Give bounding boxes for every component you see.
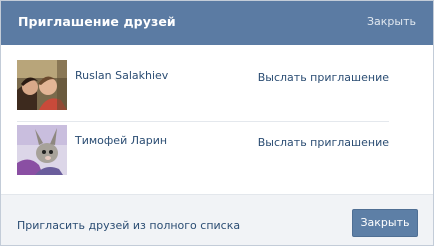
dialog-header: Приглашение друзей Закрыть xyxy=(1,1,433,45)
friend-photo-icon xyxy=(17,60,67,110)
friend-row: Ruslan Salakhiev Выслать приглашение xyxy=(17,60,389,120)
invite-friends-dialog: Приглашение друзей Закрыть Ruslan Salakh… xyxy=(0,0,434,246)
close-link[interactable]: Закрыть xyxy=(367,15,416,28)
friend-avatar[interactable] xyxy=(17,125,67,175)
send-invite-link[interactable]: Выслать приглашение xyxy=(258,71,389,84)
close-button[interactable]: Закрыть xyxy=(352,209,418,237)
friend-row: Тимофей Ларин Выслать приглашение xyxy=(17,125,389,185)
row-divider xyxy=(17,121,389,122)
invite-from-full-list-link[interactable]: Пригласить друзей из полного списка xyxy=(17,219,240,232)
friend-name[interactable]: Ruslan Salakhiev xyxy=(75,69,168,82)
friend-avatar[interactable] xyxy=(17,60,67,110)
dialog-title: Приглашение друзей xyxy=(18,14,176,29)
friend-photo-icon xyxy=(17,125,67,175)
send-invite-link[interactable]: Выслать приглашение xyxy=(258,136,389,149)
dialog-footer: Пригласить друзей из полного списка Закр… xyxy=(1,194,433,245)
friend-name[interactable]: Тимофей Ларин xyxy=(75,134,167,147)
